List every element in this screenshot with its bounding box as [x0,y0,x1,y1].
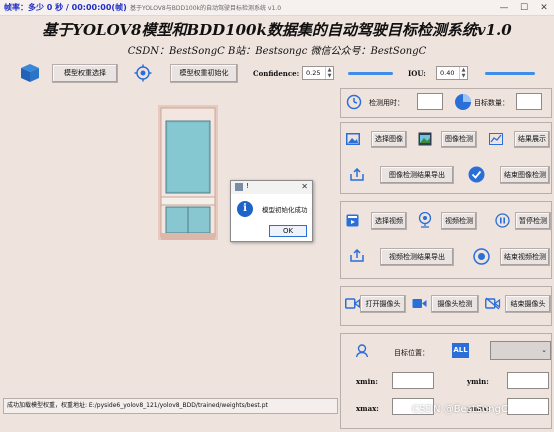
webcam-icon [418,211,432,228]
close-camera-button[interactable]: 结束摄像头 [505,295,551,313]
confidence-label: Confidence: [253,69,300,78]
camera-detect-icon [412,298,427,309]
select-weights-button[interactable]: 模型权重选择 [52,64,118,83]
time-label: 检测用时： [369,99,404,107]
page-title: 基于YOLOV8模型和BDD100k数据集的自动驾驶目标检测系统v1.0 [42,21,512,39]
message-dialog: ! ✕ i 模型初始化成功 OK [230,180,313,242]
export-video-result-button[interactable]: 视频检测结果导出 [380,248,454,266]
count-value-box [516,93,542,110]
gear-icon [134,64,152,82]
confidence-slider[interactable] [348,72,393,75]
confidence-value: 0.25 [306,69,321,77]
select-image-button[interactable]: 选择图像 [371,131,407,148]
window-titlebar: 帧率：多少 0 秒 / 00:00:00(帧) 基于YOLOV8与BDD100k… [0,0,554,16]
line-chart-icon [489,133,503,145]
image-detect-icon [418,132,432,146]
detect-video-button[interactable]: 视频检测 [441,212,477,230]
display-image [158,105,218,240]
image-icon [346,133,360,145]
end-image-detect-button[interactable]: 结束图像检测 [500,166,550,184]
ymax-field [507,398,549,415]
video-camera-icon [345,298,361,309]
xmin-field [392,372,434,389]
dialog-title: ! [246,182,249,190]
spin-arrows-icon[interactable]: ▲ ▼ [325,67,333,79]
time-value-box [417,93,443,110]
iou-label: IOU: [408,69,426,78]
close-button[interactable]: ✕ [534,0,554,16]
cube-icon [20,63,40,83]
dialog-message: 模型初始化成功 [262,206,308,214]
info-icon: i [237,201,253,217]
target-position-label: 目标位置： [394,349,429,357]
xmax-label: xmax: [356,404,379,413]
ymin-label: ymin: [467,377,489,386]
dialog-ok-button[interactable]: OK [269,225,307,237]
dialog-titlebar: ! ✕ [231,181,312,194]
dialog-close-button[interactable]: ✕ [301,182,308,191]
watermark: CSDN @BestSongC [412,404,508,415]
stop-icon [473,248,490,265]
pie-chart-icon [454,93,472,111]
export-icon [350,248,364,262]
iou-slider[interactable] [485,72,535,75]
pause-detect-button[interactable]: 暂停检测 [515,212,551,230]
select-video-button[interactable]: 选择视频 [371,212,407,230]
camera-detect-button[interactable]: 摄像头检测 [431,295,479,313]
confidence-spinbox[interactable]: 0.25 ▲ ▼ [302,66,334,80]
spin-arrows-icon[interactable]: ▲ ▼ [459,67,467,79]
chevron-down-icon: ⌄ [541,346,547,354]
clock-icon [346,94,362,110]
status-bar: 成功加载模型权重，权重地址: E:/pyside6_yolov8_121/yol… [3,398,338,414]
iou-spinbox[interactable]: 0.40 ▲ ▼ [436,66,468,80]
camera-off-icon [485,297,501,310]
window-title: 基于YOLOV8与BDD100k的自动驾驶目标检测系统 v1.0 [130,5,282,12]
target-class-select[interactable]: ⌄ [490,341,551,360]
detect-image-button[interactable]: 图像检测 [441,131,477,148]
location-pin-icon [355,343,369,358]
iou-value: 0.40 [440,69,455,77]
init-weights-button[interactable]: 模型权重初始化 [170,64,238,83]
end-video-detect-button[interactable]: 结束视频检测 [500,248,550,266]
open-camera-button[interactable]: 打开摄像头 [360,295,406,313]
page-subtitle: CSDN：BestSongC B站：Bestsongc 微信公众号：BestSo… [127,46,427,57]
export-image-result-button[interactable]: 图像检测结果导出 [380,166,454,184]
video-file-icon [346,214,359,227]
check-circle-icon [468,166,485,183]
app-icon [235,183,243,191]
export-icon [350,167,364,181]
show-result-button[interactable]: 结果展示 [514,131,550,148]
xmin-label: xmin: [356,377,378,386]
all-targets-icon: ALL [452,343,469,358]
pause-icon [495,213,510,228]
minimize-button[interactable]: — [494,0,514,16]
fps-overlay: 帧率：多少 0 秒 / 00:00:00(帧) [4,3,127,12]
count-label: 目标数量： [474,99,509,107]
ymin-field [507,372,549,389]
maximize-button[interactable]: ☐ [514,0,534,16]
